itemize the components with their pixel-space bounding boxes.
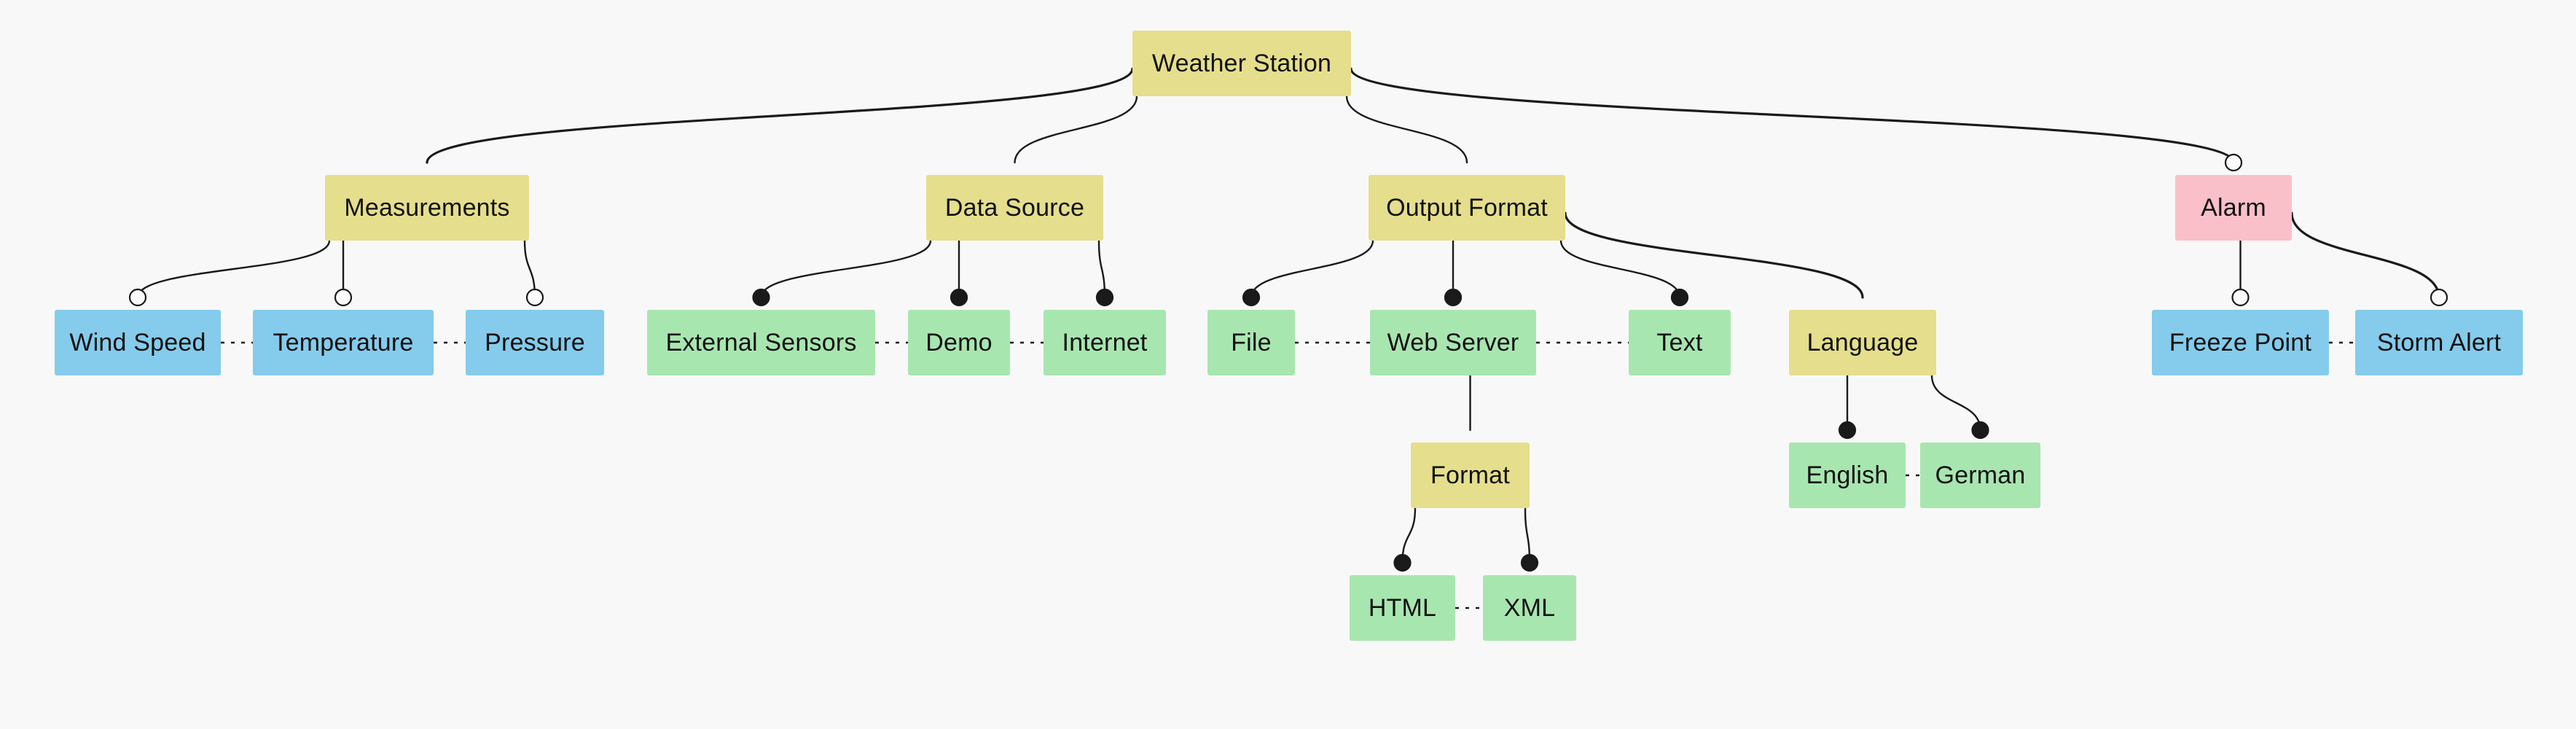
feature-node-label: Freeze Point <box>2169 329 2312 356</box>
mandatory-marker-icon <box>950 288 968 307</box>
mandatory-marker-icon <box>1520 553 1539 572</box>
feature-node-alarm[interactable]: Alarm <box>2175 175 2292 241</box>
feature-node-label: HTML <box>1368 594 1437 622</box>
optional-marker-icon <box>525 288 544 307</box>
feature-node-label: External Sensors <box>665 329 857 356</box>
feature-node-label: Alarm <box>2201 194 2266 222</box>
feature-node-label: Data Source <box>944 194 1085 222</box>
feature-node-label: Temperature <box>273 329 414 356</box>
optional-marker-icon <box>2430 288 2448 307</box>
tree-edge-alarm-to-storm-alert <box>2290 211 2440 299</box>
feature-node-label: Internet <box>1062 329 1148 356</box>
feature-node-internet[interactable]: Internet <box>1044 310 1166 375</box>
feature-node-german[interactable]: German <box>1920 443 2040 508</box>
mandatory-marker-icon <box>1670 288 1689 307</box>
feature-node-language[interactable]: Language <box>1789 310 1936 375</box>
tree-edge-data-source-to-external-sensors <box>760 239 932 299</box>
tree-edge-measurements-to-wind-speed <box>136 239 331 299</box>
mandatory-marker-icon <box>1242 288 1261 307</box>
feature-node-label: Pressure <box>485 329 585 356</box>
feature-node-web-server[interactable]: Web Server <box>1370 310 1536 375</box>
feature-node-wind-speed[interactable]: Wind Speed <box>55 310 221 375</box>
feature-node-freeze-point[interactable]: Freeze Point <box>2152 310 2329 375</box>
mandatory-marker-icon <box>1971 421 1989 440</box>
feature-node-label: Text <box>1656 329 1703 356</box>
feature-node-label: English <box>1806 461 1889 489</box>
feature-node-html[interactable]: HTML <box>1350 575 1455 641</box>
tree-edge-weather-station-to-measurements <box>426 67 1134 164</box>
tree-edge-output-format-to-language <box>1564 211 1864 299</box>
feature-node-file[interactable]: File <box>1207 310 1295 375</box>
feature-node-label: Wind Speed <box>69 329 206 356</box>
feature-node-temperature[interactable]: Temperature <box>253 310 434 375</box>
optional-marker-icon <box>2224 153 2243 172</box>
tree-edge-weather-station-to-output-format <box>1345 95 1468 164</box>
tree-edge-weather-station-to-alarm <box>1350 67 2235 164</box>
feature-node-weather-station[interactable]: Weather Station <box>1132 31 1351 96</box>
tree-edge-output-format-to-file <box>1250 239 1374 299</box>
feature-node-label: Weather Station <box>1151 50 1332 77</box>
feature-node-data-source[interactable]: Data Source <box>926 175 1103 241</box>
optional-marker-icon <box>334 288 353 307</box>
mandatory-marker-icon <box>1444 288 1463 307</box>
feature-node-pressure[interactable]: Pressure <box>466 310 604 375</box>
feature-node-label: Demo <box>925 329 993 356</box>
feature-node-label: Measurements <box>344 194 510 222</box>
feature-node-format[interactable]: Format <box>1411 443 1530 508</box>
optional-marker-icon <box>2231 288 2250 307</box>
feature-node-english[interactable]: English <box>1789 443 1906 508</box>
mandatory-marker-icon <box>1838 421 1857 440</box>
feature-node-storm-alert[interactable]: Storm Alert <box>2355 310 2523 375</box>
feature-node-external-sensors[interactable]: External Sensors <box>647 310 875 375</box>
feature-node-text[interactable]: Text <box>1629 310 1731 375</box>
feature-diagram-canvas: Weather Station Measurements Data Source Ou… <box>0 0 2576 729</box>
optional-marker-icon <box>128 288 147 307</box>
feature-node-label: File <box>1231 329 1272 356</box>
feature-node-label: Language <box>1806 329 1919 356</box>
feature-node-label: Web Server <box>1387 329 1519 356</box>
feature-node-label: German <box>1935 461 2026 489</box>
feature-node-label: Format <box>1430 461 1510 489</box>
mandatory-marker-icon <box>752 288 770 307</box>
mandatory-marker-icon <box>1393 553 1412 572</box>
tree-edge-weather-station-to-data-source <box>1014 95 1138 164</box>
mandatory-marker-icon <box>1095 288 1114 307</box>
feature-node-xml[interactable]: XML <box>1483 575 1576 641</box>
feature-node-output-format[interactable]: Output Format <box>1369 175 1565 241</box>
feature-node-label: Storm Alert <box>2376 329 2502 356</box>
feature-node-measurements[interactable]: Measurements <box>325 175 529 241</box>
feature-node-demo[interactable]: Demo <box>908 310 1010 375</box>
feature-node-label: XML <box>1503 594 1556 622</box>
feature-node-label: Output Format <box>1386 194 1548 222</box>
tree-edge-language-to-german <box>1930 374 1981 432</box>
